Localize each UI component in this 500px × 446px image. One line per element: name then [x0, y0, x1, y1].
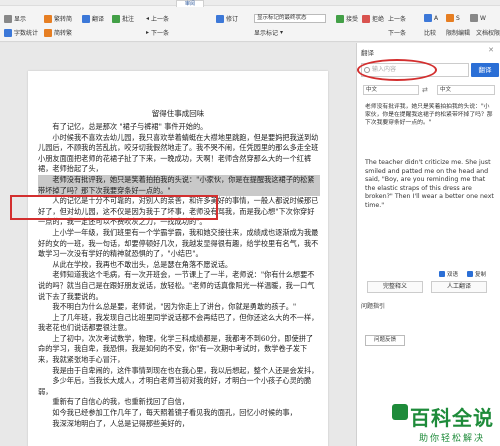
s-icon [446, 14, 454, 22]
word-count-button[interactable]: 字数统计 [4, 28, 38, 37]
human-translation-button[interactable]: 人工翻译 [431, 281, 487, 293]
document-page[interactable]: 留得住事成回味 有了记忆，总是那次 "裙子与裤裙" 事件开始的。 小时候我不喜欢… [28, 71, 328, 446]
document-title: 留得住事成回味 [151, 109, 205, 118]
convert-trad-simp-button[interactable]: 繁转简 [44, 14, 72, 23]
show-markup-button[interactable]: 显示标记 ▾ [254, 28, 283, 37]
doc-permission-button[interactable]: 文档权限 [476, 28, 500, 37]
watermark: 百科全说 助你轻松解决 [392, 402, 494, 444]
paragraph: 有了记忆，总是那次 "裙子与裤裙" 事件开始的。 [52, 122, 208, 131]
convert-simp-trad-button[interactable]: 简转繁 [44, 28, 72, 37]
comment-button[interactable]: 批注 [112, 14, 134, 23]
prev-comment-button[interactable]: ◂ 上一条 [146, 14, 169, 23]
paragraph: 我是由于自卑闹的，这件事情到现在也在我心里，我以后想起，整个人还是会发抖， [52, 365, 319, 375]
watermark-sub: 助你轻松解决 [418, 434, 485, 444]
ribbon-icon-s[interactable]: S [446, 14, 460, 22]
chevron-down-icon: ▾ [280, 29, 284, 36]
panel-title: 翻译 [361, 49, 374, 57]
close-icon[interactable]: ✕ [488, 46, 494, 54]
full-definition-button[interactable]: 完整释义 [367, 281, 423, 293]
source-language-select[interactable]: 中文 [363, 85, 419, 95]
paragraph: 上了几年班，我发现自己比班里同学说话都不会再结巴了，但你还这么大的不一样，我老花… [38, 312, 319, 333]
convert-icon [44, 14, 52, 23]
logo-icon [392, 404, 408, 420]
translate-panel: 翻译 ✕ 输入内容 翻译 中文 ⇄ 中文 老师没有批评我，她只是笑着拍拍我的头说… [356, 43, 500, 446]
paragraph: 如今我已经参加工作几年了，每天照着镜子看见我的面孔，回忆小时候的事， [52, 408, 297, 418]
paragraph: 我深深地明白了，人总是记得那些美好的， [52, 418, 189, 428]
w-icon [470, 14, 478, 22]
paragraph: 我不明白为什么总是要，老师说，"因为你走上了讲台，你就是勇敢的孩子。" [52, 302, 297, 312]
target-language-select[interactable]: 中文 [437, 85, 495, 95]
source-text: 老师没有批评我，她只是笑着拍拍我的头说："小家伙，你是在提醒我这裙子的松紧带坏掉… [365, 104, 493, 127]
accept-icon [336, 14, 344, 23]
ribbon-icon-a[interactable]: A [424, 14, 438, 22]
nav-prev-button[interactable]: 上一条 [388, 14, 406, 23]
paragraph: 重新有了自信心的我，也重新找回了自信， [52, 397, 189, 407]
paragraph: 多少年后，当我长大成人，才明白老师当初对我的好，才明白一个小孩子心灵的脆弱， [38, 376, 312, 396]
selected-paragraph[interactable]: 老师没有批评我，她只是笑着拍拍我的头说："小家伙，你是在提醒我这裙子的松紧带坏掉… [38, 174, 320, 197]
translate-icon [82, 14, 90, 23]
reject-button[interactable]: 拒绝 [362, 14, 384, 23]
restrict-edit-button[interactable]: 限制编辑 [446, 28, 470, 37]
markup-mode-select[interactable]: 显示标记的最终状态 [254, 14, 326, 23]
ribbon-toolbar: 审阅 显示 字数统计 繁转简 简转繁 翻译 批注 ◂ 上一条 ▸ 下一条 修订 … [0, 0, 500, 42]
help-section-title: 问题指引 [361, 303, 386, 310]
highlight-ellipse [357, 59, 437, 81]
copy-checkbox[interactable]: 复制 [467, 270, 486, 278]
paragraph: 老师知道我这个毛病，有一次开班会，一节课上了一半，老师说："你有什么想要不说的吗… [38, 270, 315, 301]
watermark-main: 百科全说 [410, 406, 494, 430]
convert2-icon [44, 28, 52, 37]
arrow-up-icon: ◂ [146, 15, 150, 22]
checkbox-checked-icon [467, 271, 473, 277]
translate-submit-button[interactable]: 翻译 [471, 63, 499, 77]
nav-next-button[interactable]: 下一条 [388, 28, 406, 37]
word-count-icon [4, 28, 12, 37]
highlight-annotation-box [10, 195, 218, 220]
paragraph: 小时候我不喜欢去幼儿园，我只喜欢举着蜻蜓在大襟地里跳跑，但是要妈把我送到幼儿园后… [38, 132, 319, 174]
paragraph: 从此在学校，我再也不敢出头，总是瑟在角落不愿说话。 [52, 259, 233, 269]
arrow-down-icon: ▸ [146, 29, 150, 36]
comment-icon [112, 14, 120, 23]
next-comment-button[interactable]: ▸ 下一条 [146, 28, 169, 37]
document-body[interactable]: 有了记忆，总是那次 "裙子与裤裙" 事件开始的。 小时候我不喜欢去幼儿园，我只喜… [38, 122, 320, 429]
swap-icon[interactable]: ⇄ [422, 86, 428, 94]
paragraph: 上了初中，次次考试数学，物理，化学三科成绩都是，我都考不到60分，即使拼了命的学… [38, 333, 314, 365]
a-icon [424, 14, 432, 22]
show-icon [4, 14, 12, 23]
accept-button[interactable]: 接受 [336, 14, 358, 23]
tab-bar [0, 0, 500, 6]
track-changes-icon [216, 14, 224, 23]
translate-button[interactable]: 翻译 [82, 14, 104, 23]
bilingual-checkbox[interactable]: 双语 [439, 270, 458, 278]
feedback-button[interactable]: 问题反馈 [365, 335, 405, 346]
document-area: 留得住事成回味 有了记忆，总是那次 "裙子与裤裙" 事件开始的。 小时候我不喜欢… [0, 43, 356, 446]
track-changes-button[interactable]: 修订 [216, 14, 238, 23]
tab-review[interactable]: 审阅 [176, 0, 204, 7]
paragraph: 上小学一年级，我们班里有一个学霸学霸，我和她交接往来，成绩成也逐渐成为我最好的女… [38, 227, 319, 259]
show-button[interactable]: 显示 [4, 14, 26, 23]
compare-button[interactable]: 比较 [424, 28, 436, 37]
translated-text: The teacher didn't criticize me. She jus… [365, 159, 494, 209]
reject-icon [362, 14, 370, 23]
checkbox-checked-icon [439, 271, 445, 277]
ribbon-icon-w[interactable]: W [470, 14, 486, 22]
